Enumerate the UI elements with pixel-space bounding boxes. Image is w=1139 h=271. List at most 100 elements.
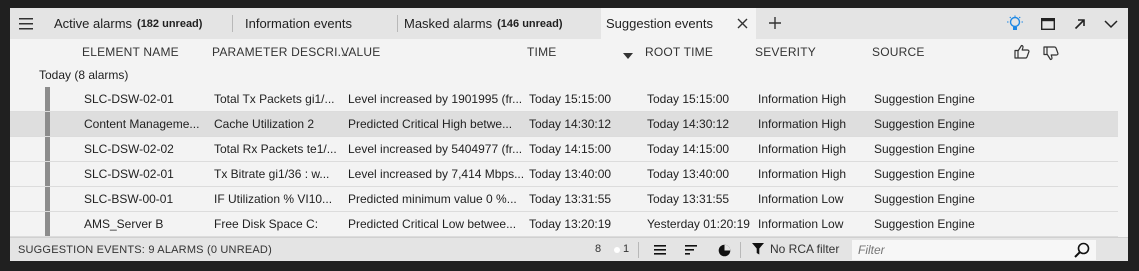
alarm-console-window: Active alarms (182 unread) Information ev…: [10, 8, 1128, 261]
cell-severity: Information Low: [758, 217, 844, 231]
add-tab-button[interactable]: [766, 14, 784, 32]
column-header-source[interactable]: SOURCE: [872, 45, 925, 59]
alarm-count: 8: [595, 243, 602, 255]
column-header-root-time[interactable]: ROOT TIME: [645, 45, 713, 59]
column-header-severity[interactable]: SEVERITY: [755, 45, 816, 59]
alarm-list: SLC-DSW-02-01 Total Tx Packets gi1/... L…: [10, 87, 1118, 237]
severity-stripe: [45, 187, 50, 211]
cell-value: Level increased by 7,414 Mbps...: [348, 167, 525, 181]
cell-severity: Information High: [758, 167, 847, 181]
cell-parameter: Total Rx Packets te1/...: [214, 142, 337, 156]
tab-label: Suggestion events: [606, 16, 713, 31]
sort-button[interactable]: [682, 241, 700, 259]
severity-stripe: [45, 137, 50, 161]
pie-chart-button[interactable]: [715, 241, 733, 259]
close-tab-button[interactable]: [734, 15, 750, 31]
cell-time: Today 13:40:00: [529, 167, 612, 181]
detach-button[interactable]: [1070, 14, 1090, 34]
cell-severity: Information Low: [758, 192, 844, 206]
thumbs-up-icon[interactable]: [1014, 44, 1030, 62]
cell-severity: Information High: [758, 92, 847, 106]
thumbs-down-icon[interactable]: [1043, 46, 1059, 64]
sort-icon: [685, 245, 697, 255]
cell-element: AMS_Server B: [84, 217, 164, 231]
cell-parameter: Tx Bitrate gi1/36 : w...: [214, 167, 330, 181]
collapse-button[interactable]: [1101, 14, 1121, 34]
group-header-today[interactable]: Today (8 alarms): [39, 68, 128, 82]
cell-time: Today 14:30:12: [529, 117, 612, 131]
status-summary: SUGGESTION EVENTS: 9 ALARMS (0 UNREAD): [18, 244, 272, 256]
table-row[interactable]: Content Manageme... Cache Utilization 2 …: [10, 112, 1118, 137]
severity-stripe: [45, 212, 50, 236]
search-icon[interactable]: [1074, 242, 1090, 261]
filter-input[interactable]: [852, 240, 1064, 260]
cell-source: Suggestion Engine: [874, 92, 975, 106]
maximize-button[interactable]: [1038, 14, 1058, 34]
rca-filter-button[interactable]: No RCA filter: [752, 242, 839, 256]
cell-root-time: Yesterday 01:20:19: [647, 217, 750, 231]
plus-icon: [769, 17, 781, 29]
chevron-down-icon: [1104, 19, 1118, 28]
list-view-button[interactable]: [651, 241, 669, 259]
suggestions-toggle-button[interactable]: [1005, 14, 1025, 34]
table-row[interactable]: SLC-BSW-00-01 IF Utilization % VI10... P…: [10, 187, 1118, 212]
tab-label: Information events: [245, 16, 352, 31]
cell-root-time: Today 13:31:55: [647, 192, 730, 206]
detach-icon: [1074, 19, 1085, 30]
filter-box: [852, 240, 1096, 260]
column-header-parameter-description[interactable]: PARAMETER DESCRI...: [212, 45, 348, 59]
unread-badge: (182 unread): [137, 17, 203, 30]
tab-masked-alarms[interactable]: Masked alarms (146 unread): [398, 8, 601, 39]
tab-label: Masked alarms: [404, 16, 493, 31]
cell-value: Level increased by 1901995 (fr...: [348, 92, 523, 106]
cell-value: Level increased by 5404977 (fr...: [348, 142, 523, 156]
cell-severity: Information High: [758, 142, 847, 156]
cell-element: SLC-DSW-02-01: [84, 167, 174, 181]
divider: [638, 242, 639, 258]
tab-information-events[interactable]: Information events: [233, 8, 398, 39]
cell-element: SLC-DSW-02-02: [84, 142, 174, 156]
cell-time: Today 13:31:55: [529, 192, 612, 206]
cell-root-time: Today 14:30:12: [647, 117, 730, 131]
column-header-row: ELEMENT NAME PARAMETER DESCRI... VALUE T…: [10, 39, 1128, 67]
unread-dot-icon: [614, 247, 620, 253]
table-row[interactable]: SLC-DSW-02-01 Total Tx Packets gi1/... L…: [10, 87, 1118, 112]
table-row[interactable]: AMS_Server B Free Disk Space C: Predicte…: [10, 212, 1118, 237]
cell-root-time: Today 14:15:00: [647, 142, 730, 156]
status-bar: SUGGESTION EVENTS: 9 ALARMS (0 UNREAD) 8…: [10, 237, 1128, 261]
tab-bar: Active alarms (182 unread) Information ev…: [10, 8, 1128, 39]
cell-time: Today 14:15:00: [529, 142, 612, 156]
hamburger-menu-button[interactable]: [10, 8, 42, 39]
cell-root-time: Today 15:15:00: [647, 92, 730, 106]
cell-parameter: Cache Utilization 2: [214, 117, 315, 131]
list-icon: [654, 245, 666, 255]
tab-active-alarms[interactable]: Active alarms (182 unread): [42, 8, 233, 39]
cell-value: Predicted Critical Low betwee...: [348, 217, 517, 231]
table-row[interactable]: SLC-DSW-02-01 Tx Bitrate gi1/36 : w... L…: [10, 162, 1118, 187]
cell-element: SLC-DSW-02-01: [84, 92, 174, 106]
severity-stripe: [45, 112, 50, 136]
cell-parameter: Free Disk Space C:: [214, 217, 319, 231]
cell-parameter: Total Tx Packets gi1/...: [214, 92, 335, 106]
sort-desc-icon: [623, 48, 633, 62]
tab-suggestion-events[interactable]: Suggestion events: [601, 8, 756, 39]
cell-element: Content Manageme...: [84, 117, 200, 131]
maximize-icon: [1041, 18, 1055, 30]
cell-value: Predicted Critical High betwe...: [348, 117, 513, 131]
tab-label: Active alarms: [54, 16, 133, 31]
hamburger-icon: [19, 17, 33, 29]
column-header-element-name[interactable]: ELEMENT NAME: [82, 45, 179, 59]
column-header-time[interactable]: TIME: [527, 45, 556, 59]
secondary-count: 1: [623, 243, 630, 255]
column-header-value[interactable]: VALUE: [341, 45, 380, 59]
table-row[interactable]: SLC-DSW-02-02 Total Rx Packets te1/... L…: [10, 137, 1118, 162]
vertical-scrollbar[interactable]: [1118, 67, 1128, 240]
cell-time: Today 13:20:19: [529, 217, 612, 231]
unread-badge: (146 unread): [497, 17, 563, 30]
pie-chart-icon: [718, 244, 730, 256]
cell-source: Suggestion Engine: [874, 142, 975, 156]
cell-source: Suggestion Engine: [874, 167, 975, 181]
cell-time: Today 15:15:00: [529, 92, 612, 106]
severity-stripe: [45, 87, 50, 111]
cell-root-time: Today 13:40:00: [647, 167, 730, 181]
